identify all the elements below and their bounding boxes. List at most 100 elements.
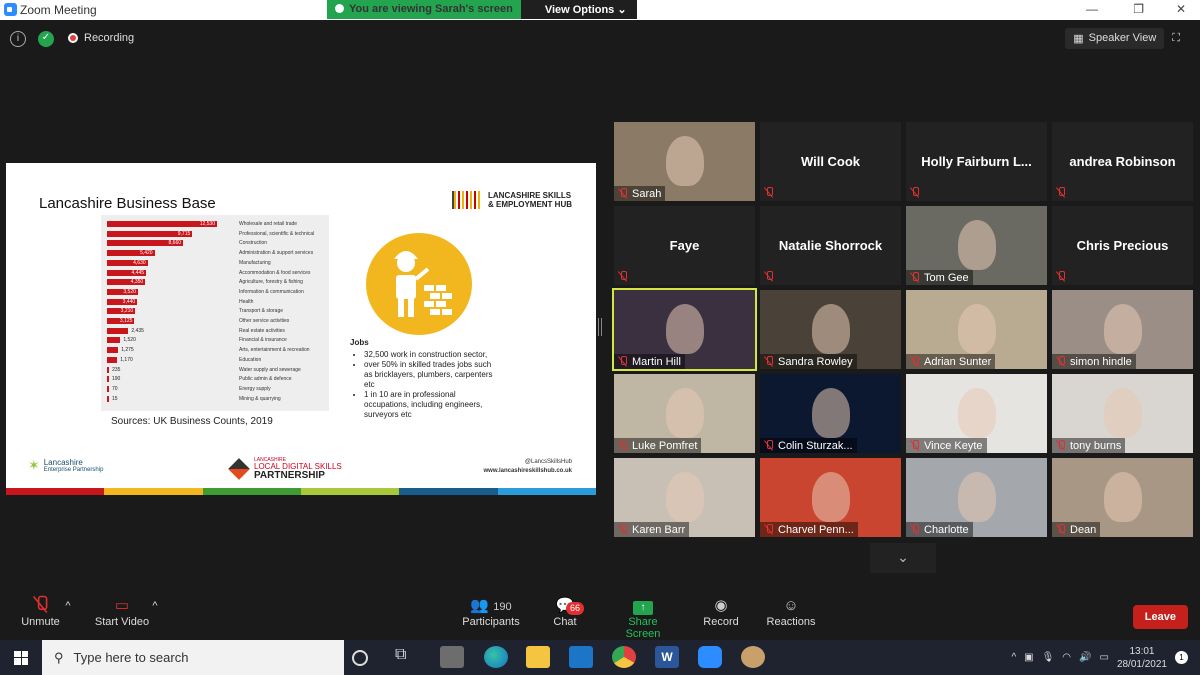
- fullscreen-icon[interactable]: ⛶: [1172, 32, 1180, 45]
- share-screen-button[interactable]: ↑ Share Screen: [610, 596, 676, 640]
- file-explorer-icon[interactable]: [526, 646, 550, 668]
- participant-tile[interactable]: Luke Pomfret: [614, 374, 755, 453]
- taskbar-clock[interactable]: 13:01 28/01/2021: [1117, 645, 1167, 671]
- chat-badge: 66: [566, 602, 585, 615]
- reactions-button[interactable]: ☺ Reactions: [766, 596, 816, 628]
- participant-label: Luke Pomfret: [614, 438, 702, 453]
- participant-tile[interactable]: Faye: [614, 206, 755, 285]
- chart-category-label: Agriculture, forestry & fishing: [239, 279, 303, 286]
- record-dot-icon: [68, 33, 78, 43]
- start-button[interactable]: [0, 640, 42, 675]
- volume-icon[interactable]: 🔊: [1079, 652, 1091, 663]
- chart-value-label: 2,435: [131, 327, 144, 334]
- screen-share-banner: You are viewing Sarah's screen View Opti…: [327, 0, 637, 19]
- participant-tile[interactable]: tony burns: [1052, 374, 1193, 453]
- speaker-view-button[interactable]: ▦ Speaker View: [1065, 28, 1165, 49]
- video-options-caret[interactable]: ^: [149, 600, 161, 612]
- participant-tile[interactable]: Sandra Rowley: [760, 290, 901, 369]
- wifi-icon[interactable]: ◠: [1062, 652, 1071, 663]
- stripe-segment: [497, 488, 596, 495]
- participant-tile[interactable]: Charlotte: [906, 458, 1047, 537]
- participant-tile[interactable]: andrea Robinson: [1052, 122, 1193, 201]
- speaker-view-label: Speaker View: [1088, 32, 1157, 44]
- chevron-down-icon[interactable]: ⌄: [870, 543, 936, 573]
- participant-video: [957, 220, 996, 270]
- participant-video: [1103, 304, 1142, 354]
- participant-tile[interactable]: Sarah: [614, 122, 755, 201]
- mic-muted-icon: [764, 356, 774, 367]
- panel-splitter[interactable]: [598, 318, 602, 336]
- mic-muted-icon: [910, 524, 920, 535]
- store-icon[interactable]: [440, 646, 464, 668]
- chart-bar: [107, 327, 129, 334]
- participant-tile[interactable]: Tom Gee: [906, 206, 1047, 285]
- participant-name: Charlotte: [924, 524, 969, 536]
- zoom-taskbar-icon[interactable]: [698, 646, 722, 668]
- mic-muted-icon: [910, 272, 920, 283]
- cortana-icon[interactable]: [352, 650, 368, 666]
- word-icon[interactable]: W: [655, 646, 679, 668]
- tray-expand-icon[interactable]: ^: [1011, 652, 1016, 663]
- participants-button[interactable]: 👥 190 Participants: [460, 596, 522, 628]
- stripe-segment: [399, 488, 498, 495]
- participant-tile[interactable]: Will Cook: [760, 122, 901, 201]
- participant-tile[interactable]: Holly Fairburn L...: [906, 122, 1047, 201]
- participant-tile[interactable]: Vince Keyte: [906, 374, 1047, 453]
- participant-tile[interactable]: simon hindle: [1052, 290, 1193, 369]
- start-video-button[interactable]: ▭ Start Video: [92, 596, 152, 628]
- start-video-label: Start Video: [94, 616, 150, 628]
- chart-value-label: 70: [112, 385, 118, 392]
- record-button[interactable]: ◉ Record: [700, 596, 742, 628]
- chrome-icon[interactable]: [612, 646, 636, 668]
- recording-indicator[interactable]: Recording: [68, 32, 134, 44]
- participant-name: Martin Hill: [632, 356, 681, 368]
- window-title: Zoom Meeting: [20, 3, 97, 17]
- participant-video: [811, 472, 850, 522]
- chat-button[interactable]: 💬 66 Chat: [548, 596, 585, 628]
- minimize-icon[interactable]: —: [1086, 2, 1098, 16]
- chart-category-label: Health: [239, 298, 254, 305]
- chart-bar: 8,660: [107, 240, 184, 247]
- task-view-icon[interactable]: ⧉: [395, 646, 419, 668]
- mic-muted-icon: [1056, 187, 1066, 198]
- participant-tile[interactable]: Colin Sturzak...: [760, 374, 901, 453]
- mic-muted-icon: [618, 271, 628, 282]
- participant-tile[interactable]: Martin Hill: [612, 288, 757, 371]
- notification-icon[interactable]: 1: [1175, 651, 1188, 664]
- leave-button[interactable]: Leave: [1132, 605, 1188, 629]
- participant-tile[interactable]: Charvel Penn...: [760, 458, 901, 537]
- participant-video: [957, 472, 996, 522]
- edge-icon[interactable]: [484, 646, 508, 668]
- taskbar-search[interactable]: ⚲ Type here to search: [42, 640, 344, 675]
- mail-icon[interactable]: [569, 646, 593, 668]
- audio-options-caret[interactable]: ^: [62, 600, 74, 612]
- close-icon[interactable]: ✕: [1176, 2, 1186, 16]
- participant-tile[interactable]: Adrian Sunter: [906, 290, 1047, 369]
- stripe-segment: [6, 488, 105, 495]
- participant-label: Martin Hill: [614, 354, 685, 369]
- participant-label: Vince Keyte: [906, 438, 987, 453]
- shield-icon[interactable]: ✓: [38, 31, 54, 47]
- paint-icon[interactable]: [741, 646, 765, 668]
- microphone-icon[interactable]: 🎙: [1042, 652, 1055, 663]
- mic-muted-icon: [618, 440, 628, 451]
- meet-now-icon[interactable]: ▣: [1024, 652, 1033, 663]
- meeting-toolbar: Unmute ^ ▭ Start Video ^ 👥 190 Participa…: [0, 590, 1200, 640]
- chart-bar: 4,445: [107, 269, 147, 276]
- battery-icon[interactable]: ▭: [1099, 652, 1108, 663]
- view-options-button[interactable]: View Options ⌄: [520, 0, 637, 19]
- participant-tile[interactable]: Natalie Shorrock: [760, 206, 901, 285]
- chart-bar: 3,210: [107, 308, 136, 315]
- chart-category-label: Real estate activities: [239, 327, 285, 334]
- info-icon[interactable]: i: [10, 31, 26, 47]
- participant-label: Adrian Sunter: [906, 354, 996, 369]
- record-label: Record: [703, 616, 739, 628]
- unmute-button[interactable]: Unmute: [18, 595, 63, 628]
- participant-tile[interactable]: Dean: [1052, 458, 1193, 537]
- participant-tile[interactable]: Karen Barr: [614, 458, 755, 537]
- restore-icon[interactable]: ❐: [1133, 2, 1144, 16]
- window-titlebar: Zoom Meeting You are viewing Sarah's scr…: [0, 0, 1200, 20]
- viewing-text: You are viewing Sarah's screen: [349, 3, 513, 15]
- participant-tile[interactable]: Chris Precious: [1052, 206, 1193, 285]
- participant-label: Sandra Rowley: [760, 354, 857, 369]
